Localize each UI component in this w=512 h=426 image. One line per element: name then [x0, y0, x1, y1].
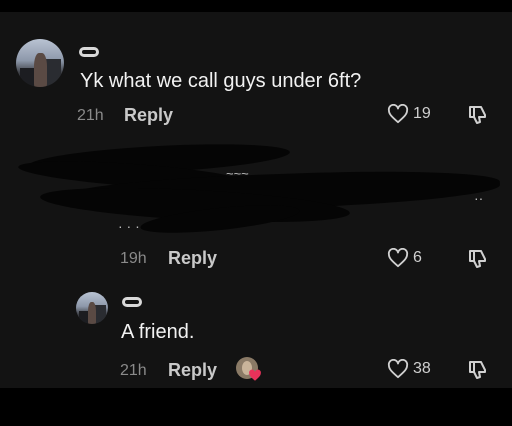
- redacted-fragment: · · ·: [118, 218, 140, 234]
- comment-timestamp: 21h: [77, 107, 104, 124]
- comments-panel: Yk what we call guys under 6ft? 21h Repl…: [0, 12, 512, 388]
- like-count: 38: [413, 360, 431, 377]
- thumbs-down-icon: [469, 361, 486, 379]
- heart-outline-icon: [387, 104, 409, 124]
- heart-outline-icon: [387, 359, 409, 379]
- visor-badge-icon: [122, 297, 142, 307]
- like-button[interactable]: 6: [387, 248, 422, 268]
- visor-badge-icon: [79, 47, 99, 57]
- reply-button[interactable]: Reply: [124, 105, 173, 126]
- avatar[interactable]: [76, 292, 108, 324]
- like-button[interactable]: 19: [387, 104, 431, 124]
- creator-liked-icon: [236, 357, 262, 383]
- heart-outline-icon: [387, 248, 409, 268]
- dislike-button[interactable]: [468, 105, 488, 125]
- comment-text: Yk what we call guys under 6ft?: [80, 70, 362, 92]
- like-count: 6: [413, 249, 422, 266]
- thumbs-down-icon: [469, 106, 486, 124]
- reply-timestamp: 21h: [120, 362, 147, 379]
- dislike-button[interactable]: [468, 360, 488, 380]
- reply-button[interactable]: Reply: [168, 360, 217, 381]
- like-count: 19: [413, 105, 431, 122]
- reply-button[interactable]: Reply: [168, 248, 217, 269]
- redacted-fragment: ··: [474, 190, 484, 206]
- avatar[interactable]: [16, 39, 64, 87]
- dislike-button[interactable]: [468, 249, 488, 269]
- thumbs-down-icon: [469, 250, 486, 268]
- reply-text: A friend.: [121, 321, 195, 343]
- comment-timestamp: 19h: [120, 250, 147, 267]
- like-button[interactable]: 38: [387, 359, 431, 379]
